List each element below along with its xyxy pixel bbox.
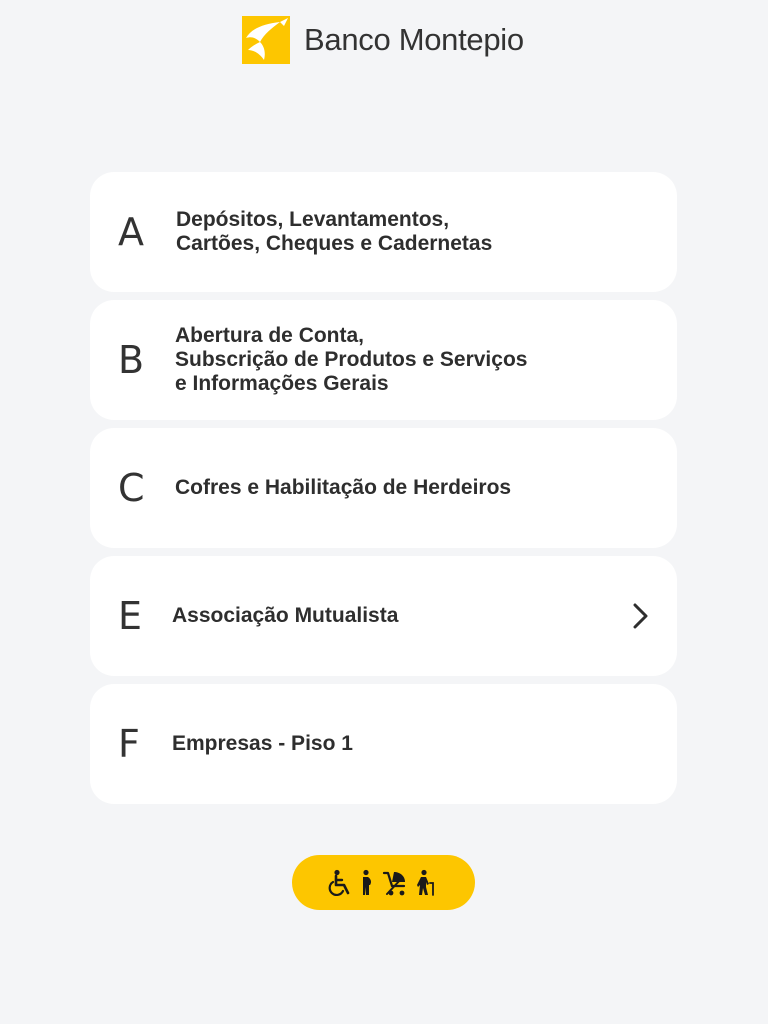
wheelchair-icon [328,869,349,896]
queue-label-line: Depósitos, Levantamentos, [176,208,450,231]
queue-label: Associação Mutualista [172,556,398,676]
bank-logo: Banco Montepio [242,16,524,64]
queue-label: Depósitos, Levantamentos, Cartões, Chequ… [176,172,492,292]
priority-service-button[interactable] [292,855,475,910]
queue-card-a[interactable]: A Depósitos, Levantamentos, Cartões, Che… [90,172,677,292]
queue-letter: F [118,722,140,766]
queue-label-line: Abertura de Conta, [175,324,365,347]
bank-name: Banco Montepio [304,22,524,57]
queue-label: Empresas - Piso 1 [172,684,353,804]
queue-card-f[interactable]: F Empresas - Piso 1 [90,684,677,804]
queue-card-c[interactable]: C Cofres e Habilitação de Herdeiros [90,428,677,548]
stroller-icon [382,871,405,895]
pregnant-person-icon [362,869,371,895]
queue-card-b[interactable]: B Abertura de Conta, Subscrição de Produ… [90,300,677,420]
queue-label-line: Cofres e Habilitação de Herdeiros [175,476,512,499]
queue-label: Abertura de Conta, Subscrição de Produto… [175,300,527,420]
montepio-pelican-icon [242,16,290,64]
queue-label: Cofres e Habilitação de Herdeiros [175,428,511,548]
queue-label-line: Empresas - Piso 1 [172,732,353,755]
queue-label-line: Associação Mutualista [172,604,399,627]
elderly-person-icon [416,869,434,896]
queue-letter: C [118,466,145,510]
queue-card-e[interactable]: E Associação Mutualista [90,556,677,676]
queue-label-line: Subscrição de Produtos e Serviços [175,348,528,371]
queue-letter: B [118,338,145,382]
queue-letter: A [118,210,144,254]
queue-letter: E [118,594,143,638]
queue-label-line: Cartões, Cheques e Cadernetas [176,232,493,255]
chevron-right-icon [633,603,648,629]
queue-label-line: e Informações Gerais [175,372,389,395]
